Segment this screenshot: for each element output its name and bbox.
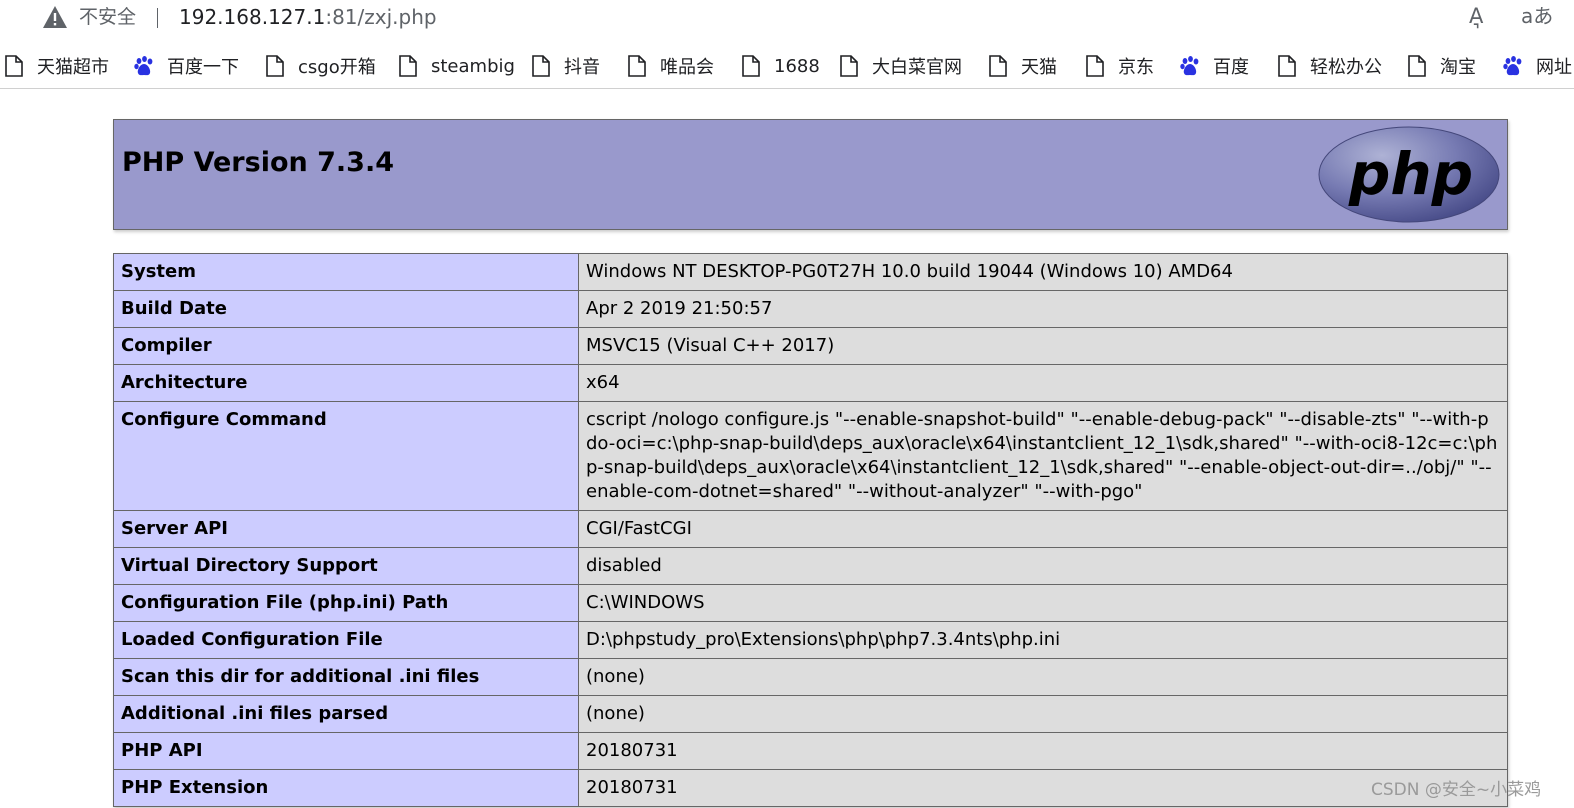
php-logo[interactable]: php	[1318, 126, 1500, 223]
url-path: :81/zxj.php	[325, 5, 437, 29]
row-key: Virtual Directory Support	[113, 547, 579, 585]
page-icon	[742, 55, 760, 77]
row-value: disabled	[578, 547, 1508, 585]
page-title: PHP Version 7.3.4	[122, 147, 394, 178]
bookmark-office[interactable]: 轻松办公	[1277, 53, 1382, 79]
page-icon	[1086, 55, 1104, 77]
row-value: 20180731	[578, 769, 1508, 807]
table-row: Server API CGI/FastCGI	[113, 510, 1508, 548]
page-icon	[840, 55, 858, 77]
bookmark-steambig[interactable]: steambig	[398, 53, 515, 79]
bookmark-label: 京东	[1118, 57, 1154, 78]
table-row: Loaded Configuration File D:\phpstudy_pr…	[113, 621, 1508, 659]
row-key: System	[113, 253, 579, 291]
row-value: 20180731	[578, 732, 1508, 770]
bookmark-baidu-search[interactable]: 百度一下	[133, 53, 239, 79]
row-key: Scan this dir for additional .ini files	[113, 658, 579, 696]
bookmark-vip[interactable]: 唯品会	[627, 53, 714, 79]
row-value: CGI/FastCGI	[578, 510, 1508, 548]
row-key: Architecture	[113, 364, 579, 402]
table-row: System Windows NT DESKTOP-PG0T27H 10.0 b…	[113, 253, 1508, 291]
bookmark-label: 天猫	[1021, 57, 1057, 78]
url-field[interactable]: 192.168.127.1:81/zxj.php	[179, 4, 437, 30]
table-row: Build Date Apr 2 2019 21:50:57	[113, 290, 1508, 328]
baidu-paw-icon	[1180, 56, 1199, 76]
read-aloud-icon[interactable]: A͉	[1469, 3, 1483, 29]
row-key: Configuration File (php.ini) Path	[113, 584, 579, 622]
baidu-paw-icon	[134, 56, 153, 76]
address-bar[interactable]: 不安全 192.168.127.1:81/zxj.php A͉ aあ	[0, 0, 1574, 38]
table-row: PHP API 20180731	[113, 732, 1508, 770]
php-logo-text: php	[1348, 140, 1473, 208]
page-icon	[1278, 55, 1296, 77]
bookmark-douyin[interactable]: 抖音	[531, 53, 600, 79]
bookmark-1688[interactable]: 1688	[741, 53, 820, 79]
bookmark-label: 百度	[1213, 57, 1249, 78]
page-icon	[532, 55, 550, 77]
row-value: (none)	[578, 658, 1508, 696]
bookmark-csgo[interactable]: csgo开箱	[265, 53, 376, 79]
table-row: Configure Command cscript /nologo config…	[113, 401, 1508, 511]
bookmark-label: steambig	[431, 55, 515, 77]
bookmark-jd[interactable]: 京东	[1085, 53, 1154, 79]
row-value: cscript /nologo configure.js "--enable-s…	[578, 401, 1508, 511]
bookmark-label: 大白菜官网	[872, 57, 962, 78]
row-key: Build Date	[113, 290, 579, 328]
row-key: Compiler	[113, 327, 579, 365]
phpinfo-header: PHP Version 7.3.4 php	[113, 119, 1508, 230]
baidu-paw-icon	[1503, 56, 1522, 76]
page-icon	[399, 55, 417, 77]
table-row: Architecture x64	[113, 364, 1508, 402]
bookmark-label: 唯品会	[660, 57, 714, 78]
phpinfo-table: System Windows NT DESKTOP-PG0T27H 10.0 b…	[113, 253, 1508, 807]
bookmark-label: 轻松办公	[1310, 57, 1382, 78]
table-row: Virtual Directory Support disabled	[113, 547, 1508, 585]
row-value: MSVC15 (Visual C++ 2017)	[578, 327, 1508, 365]
page-icon	[1408, 55, 1426, 77]
url-host: 192.168.127.1	[179, 5, 326, 29]
row-value: Apr 2 2019 21:50:57	[578, 290, 1508, 328]
bookmark-label: 网址	[1536, 57, 1572, 78]
row-value: D:\phpstudy_pro\Extensions\php\php7.3.4n…	[578, 621, 1508, 659]
bookmark-tmall-supermarket[interactable]: 天猫超市	[4, 53, 109, 79]
page-icon	[266, 55, 284, 77]
row-key: Server API	[113, 510, 579, 548]
table-row: Configuration File (php.ini) Path C:\WIN…	[113, 584, 1508, 622]
warning-triangle-icon[interactable]	[42, 5, 68, 29]
not-secure-label[interactable]: 不安全	[79, 4, 136, 30]
bookmark-taobao[interactable]: 淘宝	[1407, 53, 1476, 79]
bookmark-tmall[interactable]: 天猫	[988, 53, 1057, 79]
translate-icon[interactable]: aあ	[1521, 3, 1553, 29]
row-key: PHP API	[113, 732, 579, 770]
row-key: PHP Extension	[113, 769, 579, 807]
row-key: Additional .ini files parsed	[113, 695, 579, 733]
bookmark-label: 天猫超市	[37, 57, 109, 78]
bookmarks-bar: 天猫超市 百度一下 csgo开箱 steambig 抖音 唯品会 1688 大白…	[0, 44, 1574, 89]
row-value: Windows NT DESKTOP-PG0T27H 10.0 build 19…	[578, 253, 1508, 291]
row-key: Loaded Configuration File	[113, 621, 579, 659]
page-icon	[5, 55, 23, 77]
bookmark-label: 百度一下	[167, 57, 239, 78]
bookmark-label: 1688	[774, 55, 820, 77]
row-value: x64	[578, 364, 1508, 402]
row-key: Configure Command	[113, 401, 579, 511]
bookmark-label: 抖音	[564, 57, 600, 78]
bookmark-dabaicai[interactable]: 大白菜官网	[839, 53, 962, 79]
csdn-watermark: CSDN @安全~小菜鸡	[1371, 780, 1542, 800]
row-value: C:\WINDOWS	[578, 584, 1508, 622]
page-icon	[628, 55, 646, 77]
bookmark-label: csgo开箱	[298, 57, 376, 78]
table-row: PHP Extension 20180731	[113, 769, 1508, 807]
bookmark-hao123[interactable]: 网址	[1502, 53, 1572, 79]
page-icon	[989, 55, 1007, 77]
table-row: Additional .ini files parsed (none)	[113, 695, 1508, 733]
table-row: Scan this dir for additional .ini files …	[113, 658, 1508, 696]
table-row: Compiler MSVC15 (Visual C++ 2017)	[113, 327, 1508, 365]
bookmark-baidu[interactable]: 百度	[1179, 53, 1249, 79]
row-value: (none)	[578, 695, 1508, 733]
bookmark-label: 淘宝	[1440, 57, 1476, 78]
address-separator	[157, 8, 158, 28]
